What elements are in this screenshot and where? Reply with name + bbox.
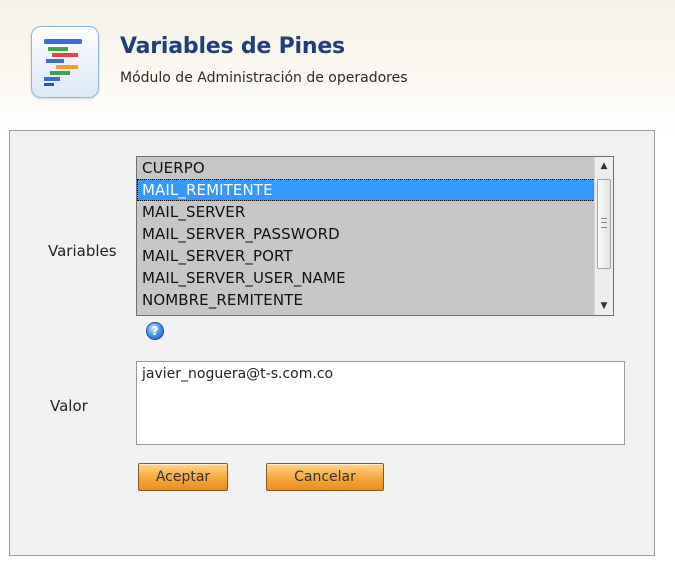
list-item[interactable]: CUERPO: [137, 157, 613, 179]
scroll-thumb[interactable]: [597, 179, 611, 269]
variables-label: Variables: [48, 242, 117, 260]
cancel-button[interactable]: Cancelar: [266, 463, 384, 491]
grip-icon: [601, 218, 607, 228]
list-item-selected[interactable]: MAIL_REMITENTE: [137, 179, 613, 201]
list-item[interactable]: MAIL_SERVER_PASSWORD: [137, 223, 613, 245]
valor-label: Valor: [50, 397, 88, 415]
variables-listbox[interactable]: CUERPO MAIL_REMITENTE MAIL_SERVER MAIL_S…: [136, 156, 614, 316]
page-title: Variables de Pines: [120, 34, 345, 59]
scroll-down-arrow-icon[interactable]: ▼: [595, 297, 613, 315]
valor-textarea[interactable]: javier_noguera@t-s.com.co: [136, 361, 625, 445]
page-subtitle: Módulo de Administración de operadores: [120, 70, 408, 86]
help-icon[interactable]: ?: [146, 322, 164, 340]
page-header: Variables de Pines Módulo de Administrac…: [0, 0, 675, 110]
list-item[interactable]: MAIL_SERVER: [137, 201, 613, 223]
list-item[interactable]: MAIL_SERVER_PORT: [137, 245, 613, 267]
list-item[interactable]: NOMBRE_REMITENTE: [137, 289, 613, 311]
list-tree-icon: [31, 26, 99, 98]
list-item[interactable]: MAIL_SERVER_USER_NAME: [137, 267, 613, 289]
listbox-scrollbar[interactable]: ▲ ▼: [594, 157, 613, 315]
scroll-up-arrow-icon[interactable]: ▲: [595, 157, 613, 175]
variables-form-panel: Variables CUERPO MAIL_REMITENTE MAIL_SER…: [9, 130, 655, 556]
accept-button[interactable]: Aceptar: [138, 463, 228, 491]
